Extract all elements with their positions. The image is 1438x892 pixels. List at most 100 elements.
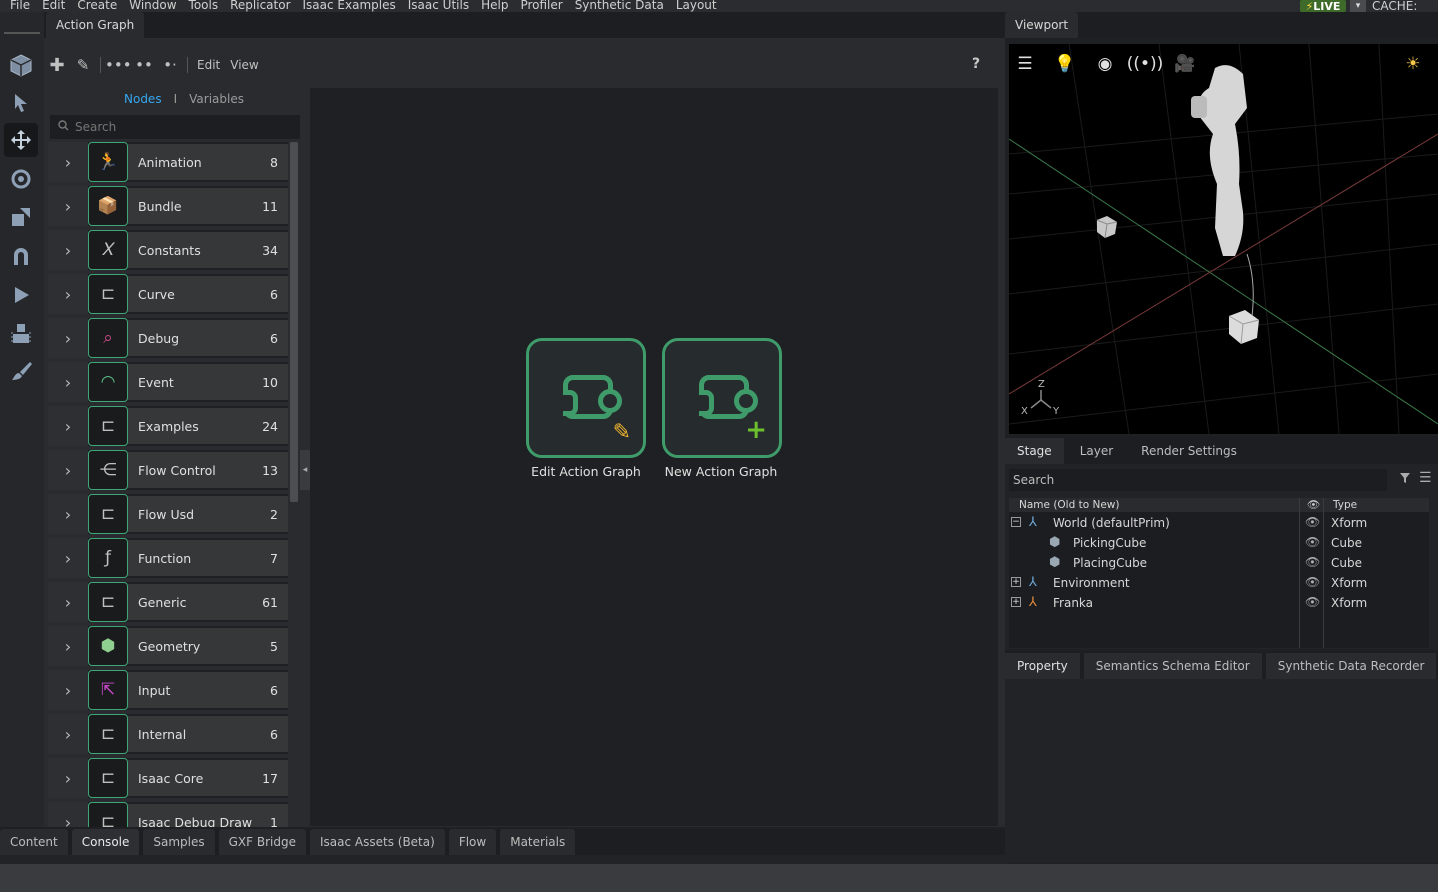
stage-search-input[interactable]: Search bbox=[1009, 469, 1387, 491]
node-category-row[interactable]: › 📦 Bundle 11 bbox=[48, 186, 288, 226]
tab-layer[interactable]: Layer bbox=[1068, 438, 1125, 464]
tab-isaac-assets[interactable]: Isaac Assets (Beta) bbox=[309, 829, 445, 855]
expand-chevron-icon[interactable]: › bbox=[48, 186, 88, 226]
tab-property[interactable]: Property bbox=[1005, 653, 1080, 679]
rotate-tool-icon[interactable] bbox=[4, 162, 38, 196]
tab-stage[interactable]: Stage bbox=[1005, 438, 1064, 464]
expand-chevron-icon[interactable]: › bbox=[48, 714, 88, 754]
collapse-sidebar-button[interactable]: ◂ bbox=[300, 450, 310, 490]
expand-chevron-icon[interactable]: › bbox=[48, 450, 88, 490]
menu-synthetic-data[interactable]: Synthetic Data bbox=[569, 0, 670, 11]
filter-icon[interactable] bbox=[1399, 472, 1411, 487]
physics-tool-icon[interactable] bbox=[4, 317, 38, 351]
expand-chevron-icon[interactable]: › bbox=[48, 274, 88, 314]
expand-chevron-icon[interactable]: › bbox=[48, 230, 88, 270]
node-category-row[interactable]: › ƒ Function 7 bbox=[48, 538, 288, 578]
expand-chevron-icon[interactable]: › bbox=[48, 362, 88, 402]
tab-flow[interactable]: Flow bbox=[448, 829, 497, 855]
add-graph-icon[interactable]: ✚ bbox=[44, 55, 70, 76]
node-search-input[interactable] bbox=[75, 120, 275, 134]
stage-tree-row[interactable]: − ⅄ World (defaultPrim) 👁 Xform bbox=[1009, 514, 1429, 534]
menu-create[interactable]: Create bbox=[71, 0, 123, 11]
node-search-box[interactable] bbox=[50, 115, 300, 139]
node-category-row[interactable]: › ⋲ Flow Control 13 bbox=[48, 450, 288, 490]
collapse-icon[interactable]: − bbox=[1011, 517, 1021, 527]
node-list-scrollbar[interactable] bbox=[290, 142, 298, 502]
node-category-row[interactable]: › ⊏ Flow Usd 2 bbox=[48, 494, 288, 534]
tab-console[interactable]: Console bbox=[71, 829, 140, 855]
lightbulb-icon[interactable]: 💡 bbox=[1051, 50, 1079, 78]
pointer-tool-icon[interactable] bbox=[4, 86, 38, 120]
broadcast-icon[interactable]: ((•)) bbox=[1127, 50, 1164, 78]
tab-synthetic-data-recorder[interactable]: Synthetic Data Recorder bbox=[1265, 653, 1437, 679]
node-category-row[interactable]: › 𝑋 Constants 34 bbox=[48, 230, 288, 270]
toolbar-handle[interactable] bbox=[4, 32, 40, 34]
node-category-row[interactable]: › ⊏ Internal 6 bbox=[48, 714, 288, 754]
viewport-settings-icon[interactable]: ☰ bbox=[1011, 50, 1039, 78]
expand-chevron-icon[interactable]: › bbox=[48, 802, 88, 827]
camera-icon[interactable]: 🎥 bbox=[1171, 50, 1199, 78]
select-mode-icon[interactable] bbox=[4, 48, 38, 82]
expand-chevron-icon[interactable]: › bbox=[48, 582, 88, 622]
move-tool-icon[interactable] bbox=[4, 123, 38, 157]
menu-edit[interactable]: Edit bbox=[36, 0, 71, 11]
snap-magnet-icon[interactable] bbox=[4, 239, 38, 273]
play-icon[interactable] bbox=[4, 278, 38, 312]
tab-viewport[interactable]: Viewport bbox=[1005, 12, 1079, 38]
expand-chevron-icon[interactable]: › bbox=[48, 494, 88, 534]
tab-gxf-bridge[interactable]: GXF Bridge bbox=[218, 829, 306, 855]
menu-help[interactable]: Help bbox=[475, 0, 514, 11]
help-button[interactable]: ? bbox=[972, 56, 980, 72]
visibility-column-eye-icon[interactable]: 👁 bbox=[1307, 498, 1320, 511]
menu-window[interactable]: Window bbox=[123, 0, 182, 11]
node-category-row[interactable]: › ⬢ Geometry 5 bbox=[48, 626, 288, 666]
column-type-header[interactable]: Type bbox=[1333, 499, 1357, 511]
tab-action-graph[interactable]: Action Graph bbox=[46, 12, 145, 38]
tab-materials[interactable]: Materials bbox=[500, 829, 576, 855]
expand-chevron-icon[interactable]: › bbox=[48, 406, 88, 446]
tab-content[interactable]: Content bbox=[0, 829, 68, 855]
tab-semantics-schema-editor[interactable]: Semantics Schema Editor bbox=[1083, 653, 1262, 679]
graph-canvas[interactable]: ✎ Edit Action Graph + New Action Graph bbox=[310, 88, 998, 826]
edit-menu[interactable]: Edit bbox=[192, 58, 225, 72]
visibility-eye-icon[interactable]: 👁 bbox=[1305, 555, 1320, 569]
node-category-row[interactable]: › ⇱ Input 6 bbox=[48, 670, 288, 710]
expand-chevron-icon[interactable]: › bbox=[48, 626, 88, 666]
paint-brush-icon[interactable] bbox=[4, 354, 38, 388]
stage-tree-row[interactable]: ⬢ PickingCube 👁 Cube bbox=[1009, 534, 1429, 554]
view-menu[interactable]: View bbox=[225, 58, 263, 72]
node-category-row[interactable]: › 🏃 Animation 8 bbox=[48, 142, 288, 182]
viewport-render[interactable]: Z X Y bbox=[1009, 44, 1438, 434]
visibility-eye-icon[interactable]: 👁 bbox=[1305, 575, 1320, 589]
tab-render-settings[interactable]: Render Settings bbox=[1129, 438, 1249, 464]
expand-chevron-icon[interactable]: › bbox=[48, 318, 88, 358]
menu-replicator[interactable]: Replicator bbox=[224, 0, 296, 11]
tab-variables[interactable]: Variables bbox=[189, 92, 244, 106]
node-category-row[interactable]: › ⊏ Curve 6 bbox=[48, 274, 288, 314]
expand-chevron-icon[interactable]: › bbox=[48, 142, 88, 182]
stage-tree-row[interactable]: + ⅄ Environment 👁 Xform bbox=[1009, 574, 1429, 594]
node-category-row[interactable]: › ⊏ Isaac Debug Draw 1 bbox=[48, 802, 288, 827]
eye-icon[interactable]: ◉ bbox=[1091, 50, 1119, 78]
edit-action-graph-button[interactable]: ✎ bbox=[526, 338, 646, 458]
menu-profiler[interactable]: Profiler bbox=[514, 0, 568, 11]
layout-all-icon[interactable]: ••• bbox=[105, 56, 132, 74]
tab-samples[interactable]: Samples bbox=[143, 829, 215, 855]
tab-nodes[interactable]: Nodes bbox=[124, 92, 162, 106]
menu-layout[interactable]: Layout bbox=[670, 0, 723, 11]
layout-horizontal-icon[interactable]: •• bbox=[131, 56, 157, 74]
visibility-eye-icon[interactable]: 👁 bbox=[1305, 535, 1320, 549]
menu-isaac-examples[interactable]: Isaac Examples bbox=[297, 0, 402, 11]
node-category-row[interactable]: › ⊏ Isaac Core 17 bbox=[48, 758, 288, 798]
hamburger-menu-icon[interactable]: ☰ bbox=[1419, 470, 1432, 486]
node-category-row[interactable]: › ⊏ Examples 24 bbox=[48, 406, 288, 446]
expand-icon[interactable]: + bbox=[1011, 597, 1021, 607]
expand-icon[interactable]: + bbox=[1011, 577, 1021, 587]
pencil-icon[interactable]: ✎ bbox=[70, 56, 96, 74]
node-category-row[interactable]: › ⌕ Debug 6 bbox=[48, 318, 288, 358]
visibility-eye-icon[interactable]: 👁 bbox=[1305, 595, 1320, 609]
node-category-row[interactable]: › ◠ Event 10 bbox=[48, 362, 288, 402]
stage-tree-row[interactable]: + ⅄ Franka 👁 Xform bbox=[1009, 594, 1429, 614]
new-action-graph-button[interactable]: + bbox=[662, 338, 782, 458]
stage-tree-row[interactable]: ⬢ PlacingCube 👁 Cube bbox=[1009, 554, 1429, 574]
